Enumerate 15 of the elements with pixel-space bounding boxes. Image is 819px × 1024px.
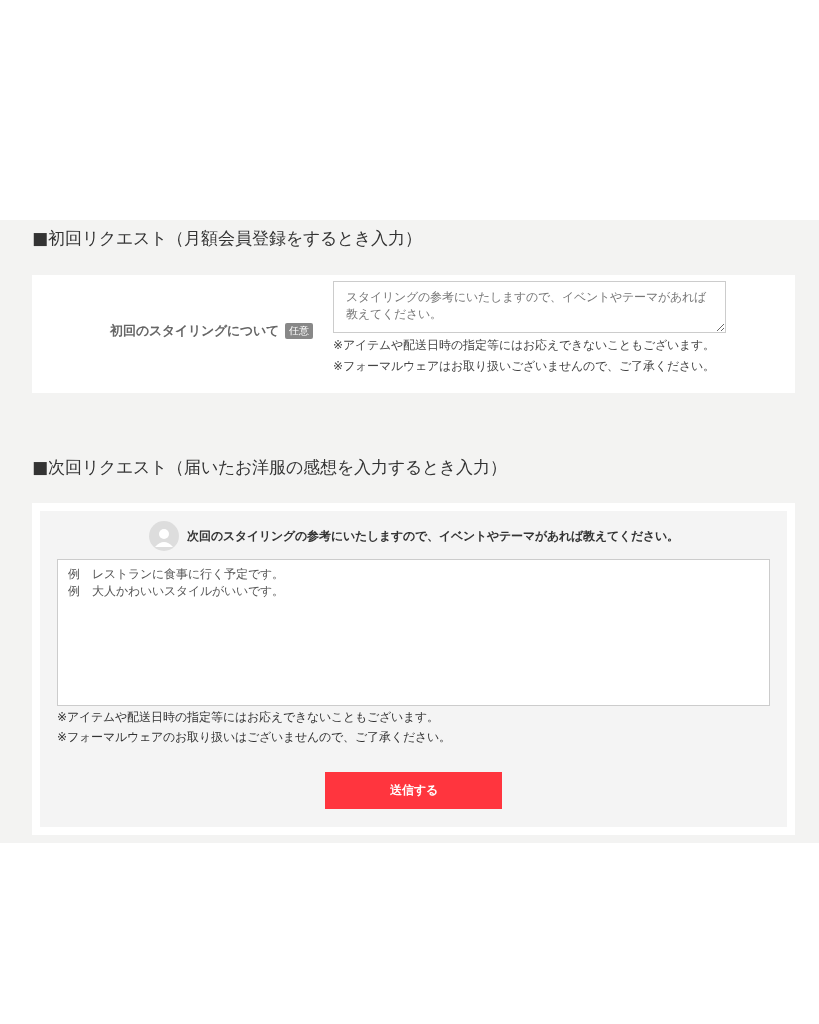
submit-button[interactable]: 送信する	[325, 772, 502, 809]
placeholder-text: 例 大人かわいいスタイルがいいです。	[68, 583, 284, 600]
avatar-icon	[148, 521, 179, 551]
note-text: ※フォーマルウェアはお取り扱いございませんので、ご了承ください。	[333, 358, 717, 375]
section-heading: ■次回リクエスト（届いたお洋服の感想を入力するとき入力）	[32, 456, 509, 479]
placeholder-text: 例 レストランに食事に行く予定です。	[68, 566, 284, 583]
request-textarea[interactable]: 例 レストランに食事に行く予定です。 例 大人かわいいスタイルがいいです。	[57, 559, 770, 706]
note-text: ※フォーマルウェアのお取り扱いはございませんので、ご了承ください。	[57, 729, 453, 746]
note-text: ※アイテムや配送日時の指定等にはお応えできないこともございます。	[333, 337, 717, 354]
note-text: ※アイテムや配送日時の指定等にはお応えできないこともございます。	[57, 709, 441, 726]
request-textarea[interactable]: スタイリングの参考にいたしますので、イベントやテーマがあれば教えてください。	[333, 281, 726, 333]
field-label: 初回のスタイリングについて	[110, 322, 279, 340]
section-heading: ■初回リクエスト（月額会員登録をするとき入力）	[32, 227, 424, 250]
optional-badge: 任意	[285, 323, 313, 339]
prompt-text: 次回のスタイリングの参考にいたしますので、イベントやテーマがあれば教えてください。	[186, 527, 679, 545]
